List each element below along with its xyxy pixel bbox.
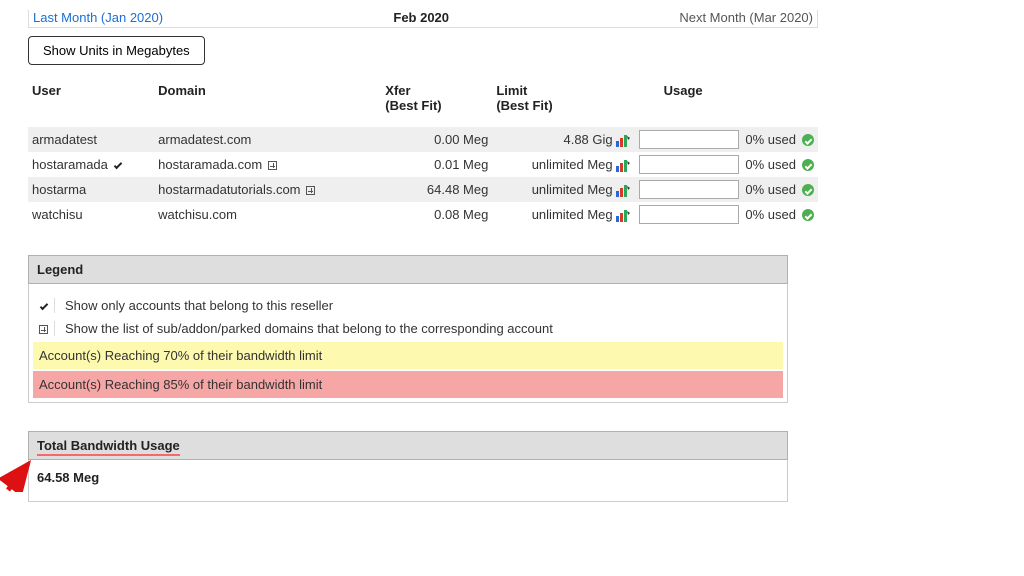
col-user: User <box>28 77 154 127</box>
total-value: 64.58 Meg <box>28 460 788 502</box>
cell-limit: unlimited Meg <box>492 152 633 177</box>
chart-icon[interactable] <box>616 135 630 147</box>
cell-user: hostarma <box>28 177 154 202</box>
legend-band-85: Account(s) Reaching 85% of their bandwid… <box>33 371 783 398</box>
cell-user: armadatest <box>28 127 154 152</box>
check-icon <box>37 298 55 313</box>
expand-icon <box>37 321 55 336</box>
cell-xfer: 0.00 Meg <box>381 127 492 152</box>
legend-section: Legend Show only accounts that belong to… <box>28 255 788 403</box>
cell-domain: watchisu.com <box>154 202 381 227</box>
cell-xfer: 0.08 Meg <box>381 202 492 227</box>
cell-xfer: 0.01 Meg <box>381 152 492 177</box>
next-month-link[interactable]: Next Month (Mar 2020) <box>679 10 813 25</box>
status-ok-icon <box>802 184 814 196</box>
cell-limit: unlimited Meg <box>492 177 633 202</box>
legend-owned-text: Show only accounts that belong to this r… <box>65 298 333 313</box>
cell-xfer: 64.48 Meg <box>381 177 492 202</box>
usage-pct: 0% used <box>745 207 796 222</box>
cell-domain: armadatest.com <box>154 127 381 152</box>
legend-title: Legend <box>28 255 788 284</box>
table-row: hostaramada hostaramada.com 0.01 Megunli… <box>28 152 818 177</box>
cell-limit: unlimited Meg <box>492 202 633 227</box>
col-xfer: Xfer (Best Fit) <box>381 77 492 127</box>
col-usage: Usage <box>634 77 818 127</box>
cell-limit: 4.88 Gig <box>492 127 633 152</box>
status-ok-icon <box>802 134 814 146</box>
table-row: hostarmahostarmadatutorials.com 64.48 Me… <box>28 177 818 202</box>
status-ok-icon <box>802 159 814 171</box>
legend-expand-text: Show the list of sub/addon/parked domain… <box>65 321 553 336</box>
usage-bar <box>639 205 739 224</box>
usage-bar <box>639 130 739 149</box>
col-domain: Domain <box>154 77 381 127</box>
total-title: Total Bandwidth Usage <box>28 431 788 460</box>
total-section: Total Bandwidth Usage 64.58 Meg <box>28 431 788 502</box>
usage-pct: 0% used <box>745 182 796 197</box>
show-units-button[interactable]: Show Units in Megabytes <box>28 36 205 65</box>
cell-user: hostaramada <box>28 152 154 177</box>
usage-pct: 0% used <box>745 157 796 172</box>
check-icon <box>113 161 121 169</box>
cell-domain: hostarmadatutorials.com <box>154 177 381 202</box>
cell-domain: hostaramada.com <box>154 152 381 177</box>
chart-icon[interactable] <box>616 210 630 222</box>
usage-bar <box>639 155 739 174</box>
month-nav: Last Month (Jan 2020) Feb 2020 Next Mont… <box>28 10 818 28</box>
prev-month-link[interactable]: Last Month (Jan 2020) <box>33 10 163 25</box>
table-row: watchisuwatchisu.com0.08 Megunlimited Me… <box>28 202 818 227</box>
chart-icon[interactable] <box>616 160 630 172</box>
legend-band-70: Account(s) Reaching 70% of their bandwid… <box>33 342 783 369</box>
bandwidth-table: User Domain Xfer (Best Fit) Limit (Best … <box>28 77 818 227</box>
status-ok-icon <box>802 209 814 221</box>
table-row: armadatestarmadatest.com0.00 Meg4.88 Gig… <box>28 127 818 152</box>
usage-pct: 0% used <box>745 132 796 147</box>
expand-icon[interactable] <box>306 186 315 195</box>
chart-icon[interactable] <box>616 185 630 197</box>
cell-user: watchisu <box>28 202 154 227</box>
usage-bar <box>639 180 739 199</box>
current-month: Feb 2020 <box>393 10 449 25</box>
expand-icon[interactable] <box>268 161 277 170</box>
col-limit: Limit (Best Fit) <box>492 77 633 127</box>
